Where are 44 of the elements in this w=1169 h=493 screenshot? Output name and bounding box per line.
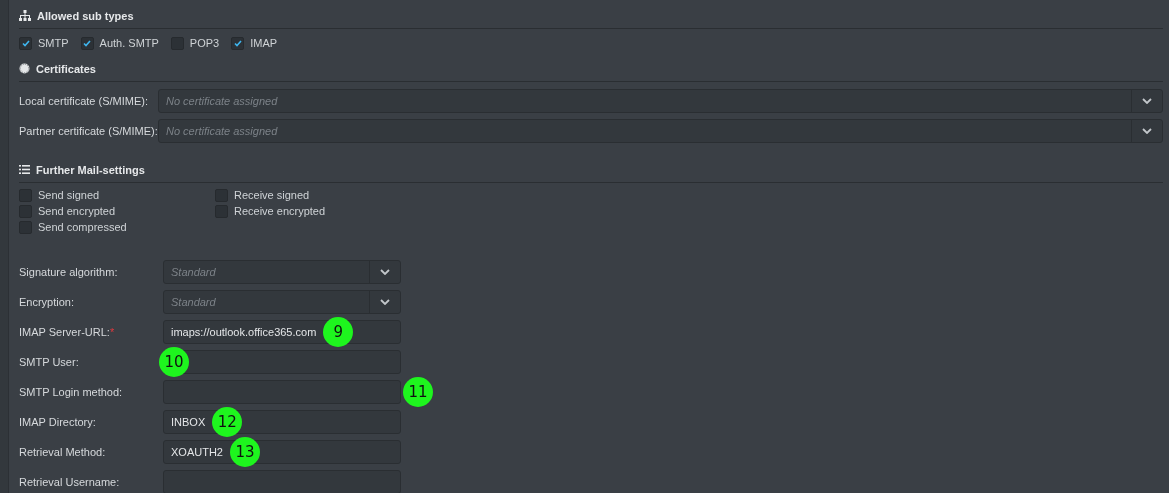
- number-marker: 13: [229, 437, 260, 467]
- chevron-down-icon: [380, 269, 390, 275]
- number-marker: 9: [323, 317, 354, 347]
- number-marker: 10: [159, 347, 189, 377]
- number-marker: 12: [212, 407, 243, 437]
- field-label: Retrieval Username:: [19, 476, 121, 488]
- hierarchy-icon: [19, 9, 31, 21]
- checkbox-label: POP3: [189, 37, 220, 49]
- field-label: Signature algorithm:: [19, 266, 119, 278]
- required-asterisk: *: [109, 326, 115, 338]
- gear-icon: [19, 62, 30, 74]
- chevron-down-icon: [1142, 98, 1152, 104]
- checkbox-label: SMTP: [38, 37, 69, 49]
- field-label: SMTP User:: [19, 356, 80, 368]
- check-icon: [83, 39, 92, 47]
- text-field[interactable]: XOAUTH2 13: [163, 440, 401, 464]
- field-label: Encryption:: [19, 296, 76, 308]
- checkbox[interactable]: [19, 36, 32, 50]
- chevron-down-icon: [380, 299, 390, 305]
- checkbox-label: IMAP: [250, 37, 278, 49]
- field-label: Partner certificate (S/MIME):: [19, 125, 158, 137]
- checkbox-label: Send signed: [38, 189, 100, 201]
- list-icon: [19, 165, 30, 174]
- number-marker: 11: [403, 377, 433, 407]
- checkbox[interactable]: [231, 36, 245, 50]
- field-label: Local certificate (S/MIME):: [19, 95, 149, 107]
- field-label: IMAP Directory:: [19, 416, 97, 428]
- section-title: Further Mail-settings: [36, 164, 145, 176]
- chevron-down-icon: [1142, 128, 1152, 134]
- text-field[interactable]: imaps://outlook.office365.com 9: [163, 320, 401, 344]
- field-label: Retrieval Method:: [19, 446, 107, 458]
- field-label: SMTP Login method:: [19, 386, 124, 398]
- checkbox-label: Send compressed: [38, 221, 127, 233]
- checkbox-label: Send encrypted: [38, 205, 116, 217]
- checkbox-label: Receive signed: [234, 189, 310, 201]
- checkbox[interactable]: [80, 36, 94, 50]
- checkbox-label: Auth. SMTP: [99, 37, 159, 49]
- text-field[interactable]: INBOX 12: [163, 410, 401, 434]
- section-title: Allowed sub types: [37, 10, 134, 22]
- checkbox-label: Receive encrypted: [234, 205, 326, 217]
- check-icon: [233, 39, 242, 47]
- check-icon: [21, 39, 30, 47]
- section-title: Certificates: [36, 63, 96, 75]
- field-label: IMAP Server-URL:: [19, 326, 110, 338]
